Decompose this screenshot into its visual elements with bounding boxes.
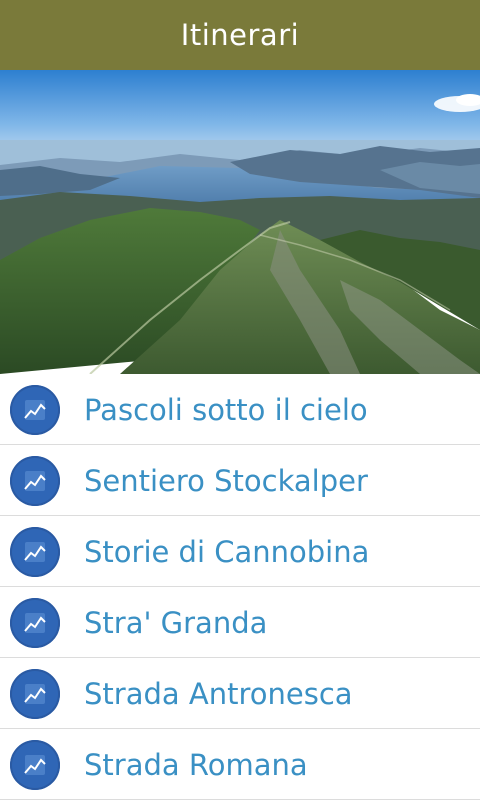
list-item[interactable]: Strada Romana: [0, 729, 480, 800]
mountain-landscape-illustration: [0, 70, 480, 374]
trail-profile-icon: [10, 456, 60, 506]
trail-profile-icon: [10, 740, 60, 790]
page-title: Itinerari: [180, 18, 300, 52]
list-item-label: Strada Romana: [84, 747, 308, 782]
itinerari-list: Pascoli sotto il cielo Sentiero Stockalp…: [0, 374, 480, 800]
list-item[interactable]: Sentiero Stockalper: [0, 445, 480, 516]
trail-profile-icon: [10, 669, 60, 719]
list-item-label: Strada Antronesca: [84, 676, 353, 711]
list-item-label: Sentiero Stockalper: [84, 463, 368, 498]
list-item[interactable]: Stra' Granda: [0, 587, 480, 658]
list-item[interactable]: Pascoli sotto il cielo: [0, 374, 480, 445]
trail-profile-icon: [10, 385, 60, 435]
list-item-label: Pascoli sotto il cielo: [84, 392, 368, 427]
list-item[interactable]: Storie di Cannobina: [0, 516, 480, 587]
list-item-label: Storie di Cannobina: [84, 534, 370, 569]
trail-profile-icon: [10, 527, 60, 577]
list-item-label: Stra' Granda: [84, 605, 268, 640]
hero-image: [0, 70, 480, 374]
trail-profile-icon: [10, 598, 60, 648]
list-item[interactable]: Strada Antronesca: [0, 658, 480, 729]
